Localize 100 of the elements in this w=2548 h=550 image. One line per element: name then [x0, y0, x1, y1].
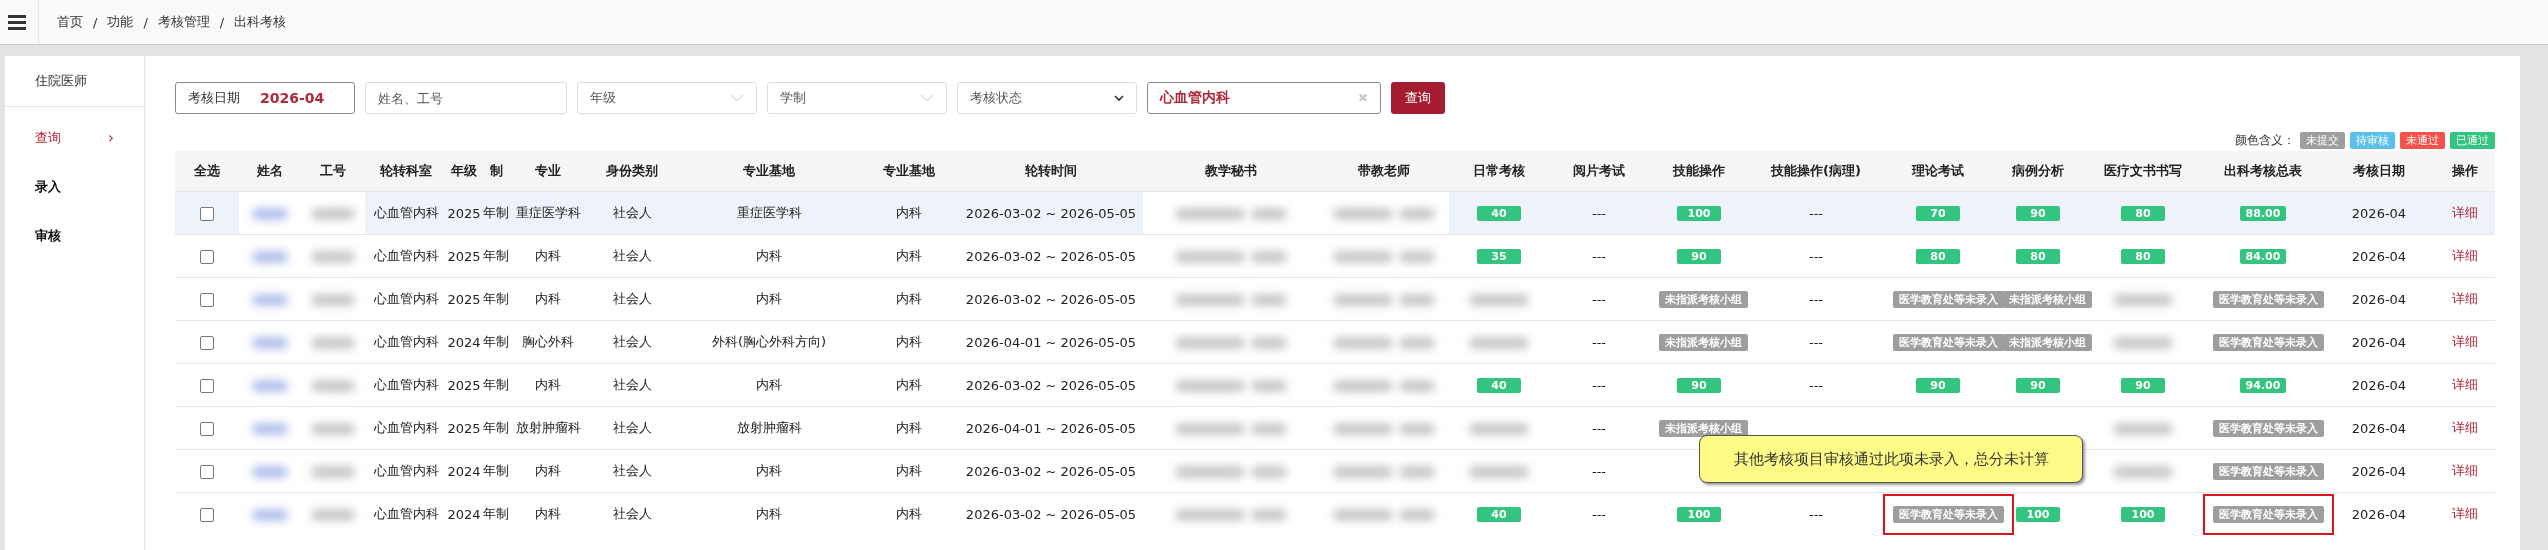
row-checkbox[interactable] [200, 421, 214, 436]
status-select[interactable]: 考核状态 [957, 82, 1137, 114]
date-field[interactable]: 考核日期 2026-04 [175, 82, 355, 114]
blurred-text [1251, 466, 1287, 478]
table-cell: 内科 [679, 492, 859, 535]
table-cell: 内科 [859, 234, 959, 278]
column-header: 专业基地 [859, 151, 959, 192]
blurred-name [252, 337, 288, 349]
blurred-name [252, 294, 288, 306]
row-checkbox[interactable] [200, 206, 214, 221]
detail-link[interactable]: 详细 [2452, 291, 2478, 306]
search-button[interactable]: 查询 [1391, 82, 1445, 114]
legend-label: 颜色含义： [2235, 132, 2295, 149]
blurred-score [1469, 423, 1529, 435]
sidebar-item[interactable]: 录入 [5, 162, 144, 211]
table-cell: 重症医学科 [511, 191, 585, 235]
blurred-id [311, 294, 355, 306]
score-badge: 90 [1916, 378, 1960, 393]
row-checkbox[interactable] [200, 378, 214, 393]
column-header: 工号 [301, 151, 365, 192]
table-cell: 放射肿瘤科 [511, 406, 585, 450]
table-cell: 社会人 [585, 277, 679, 321]
table-cell: 年制 [481, 406, 511, 450]
column-header: 带教老师 [1319, 151, 1449, 192]
table-cell: 内科 [859, 277, 959, 321]
row-checkbox[interactable] [200, 249, 214, 264]
menu-icon[interactable] [8, 14, 26, 30]
blurred-text [1175, 337, 1245, 349]
column-header: 操作 [2435, 151, 2495, 192]
blurred-text [1333, 466, 1393, 478]
blurred-text [1333, 380, 1393, 392]
table-cell: 2026-04 [2323, 492, 2435, 535]
score-badge: 90 [1677, 378, 1721, 393]
detail-link[interactable]: 详细 [2452, 506, 2478, 521]
blurred-text [1251, 380, 1287, 392]
sidebar-item[interactable]: 查询 › [5, 113, 144, 162]
blurred-score [1469, 294, 1529, 306]
table-cell: 年制 [481, 449, 511, 493]
score-badge: 医学教育处等未录入 [2213, 290, 2324, 308]
table-cell: 内科 [859, 492, 959, 535]
table-cell: 社会人 [585, 449, 679, 493]
table-cell: 内科 [679, 449, 859, 493]
blurred-id [311, 337, 355, 349]
table-cell: --- [1749, 492, 1883, 535]
blurred-name [252, 380, 288, 392]
table-cell: 社会人 [585, 406, 679, 450]
score-badge: 40 [1477, 206, 1521, 221]
score-badge: 84.00 [2239, 249, 2287, 264]
table-row[interactable]: 心血管内科 2025 年制 内科 社会人 内科 内科 2026-03-02 ~ 2026-05-05 --- 未指派考核小组 --- 医学教育处等未录入 未指派考核小组 医学教育处等未录入 2026-04 详细 [175, 277, 2495, 321]
system-select[interactable]: 学制 [767, 82, 947, 114]
breadcrumb-item[interactable]: 首页 [57, 13, 83, 31]
breadcrumb-separator: / [143, 14, 148, 30]
grade-select[interactable]: 年级 [577, 82, 757, 114]
table-cell: 2024 [447, 492, 481, 535]
blurred-id [311, 251, 355, 263]
detail-link[interactable]: 详细 [2452, 377, 2478, 392]
blurred-text [1333, 294, 1393, 306]
score-badge: 90 [2016, 206, 2060, 221]
score-badge: 未指派考核小组 [1659, 290, 1748, 308]
legend-tag: 未通过 [2400, 132, 2445, 149]
sidebar-item[interactable]: 审核 [5, 211, 144, 260]
breadcrumb-item[interactable]: 功能 [107, 13, 134, 31]
breadcrumb-item[interactable]: 出科考核 [234, 13, 287, 31]
table-cell: --- [1549, 234, 1649, 278]
table-row[interactable]: 心血管内科 2025 年制 内科 社会人 内科 内科 2026-03-02 ~ 2026-05-05 40 --- 90 --- 90 90 90 94.00 2026-04 详细 [175, 363, 2495, 407]
table-row[interactable]: 心血管内科 2024 年制 内科 社会人 内科 内科 2026-03-02 ~ 2026-05-05 40 --- 100 --- 医学教育处等未录入 100 100 医学教育处等未录入 2026-04 详细 [175, 492, 2495, 535]
table-row[interactable]: 心血管内科 2024 年制 胸心外科 社会人 外科(胸心外科方向) 内科 2026-04-01 ~ 2026-05-05 --- 未指派考核小组 --- 医学教育处等未录入 未指派考核小组 医学教育处等未录入 2026-04 详细 [175, 320, 2495, 364]
blurred-text [1333, 337, 1393, 349]
table-cell: 社会人 [585, 234, 679, 278]
table-cell: --- [1549, 363, 1649, 407]
table-row[interactable]: 心血管内科 2025 年制 内科 社会人 内科 内科 2026-03-02 ~ 2026-05-05 35 --- 90 --- 80 80 80 84.00 2026-04 详细 [175, 234, 2495, 278]
detail-link[interactable]: 详细 [2452, 420, 2478, 435]
row-checkbox[interactable] [200, 464, 214, 479]
score-badge: 70 [1916, 206, 1960, 221]
score-badge: 医学教育处等未录入 [1893, 333, 2004, 351]
table-cell: 年制 [481, 363, 511, 407]
blurred-text [1175, 380, 1245, 392]
name-input[interactable]: 姓名、工号 [365, 82, 567, 114]
blurred-score [2113, 423, 2173, 435]
score-badge: 未指派考核小组 [2003, 333, 2092, 351]
table-cell: 心血管内科 [365, 449, 447, 493]
score-badge: 40 [1477, 378, 1521, 393]
detail-link[interactable]: 详细 [2452, 248, 2478, 263]
table-row[interactable]: 心血管内科 2025 年制 重症医学科 社会人 重症医学科 内科 2026-03-02 ~ 2026-05-05 40 --- 100 --- 70 90 80 88.00 2026-04 详细 [175, 191, 2495, 235]
detail-link[interactable]: 详细 [2452, 205, 2478, 220]
row-checkbox[interactable] [200, 292, 214, 307]
breadcrumb-item[interactable]: 考核管理 [157, 13, 210, 31]
detail-link[interactable]: 详细 [2452, 334, 2478, 349]
row-checkbox[interactable] [200, 507, 214, 522]
detail-link[interactable]: 详细 [2452, 463, 2478, 478]
column-header: 病例分析 [1993, 151, 2083, 192]
table-cell: 内科 [859, 406, 959, 450]
table-cell: 内科 [511, 449, 585, 493]
table-cell: 内科 [511, 234, 585, 278]
blurred-name [252, 466, 288, 478]
blurred-text [1333, 251, 1393, 263]
row-checkbox[interactable] [200, 335, 214, 350]
column-header: 制 [481, 151, 511, 192]
score-badge: 90 [1677, 249, 1721, 264]
department-field[interactable]: 心血管内科 ✖ [1147, 82, 1381, 114]
